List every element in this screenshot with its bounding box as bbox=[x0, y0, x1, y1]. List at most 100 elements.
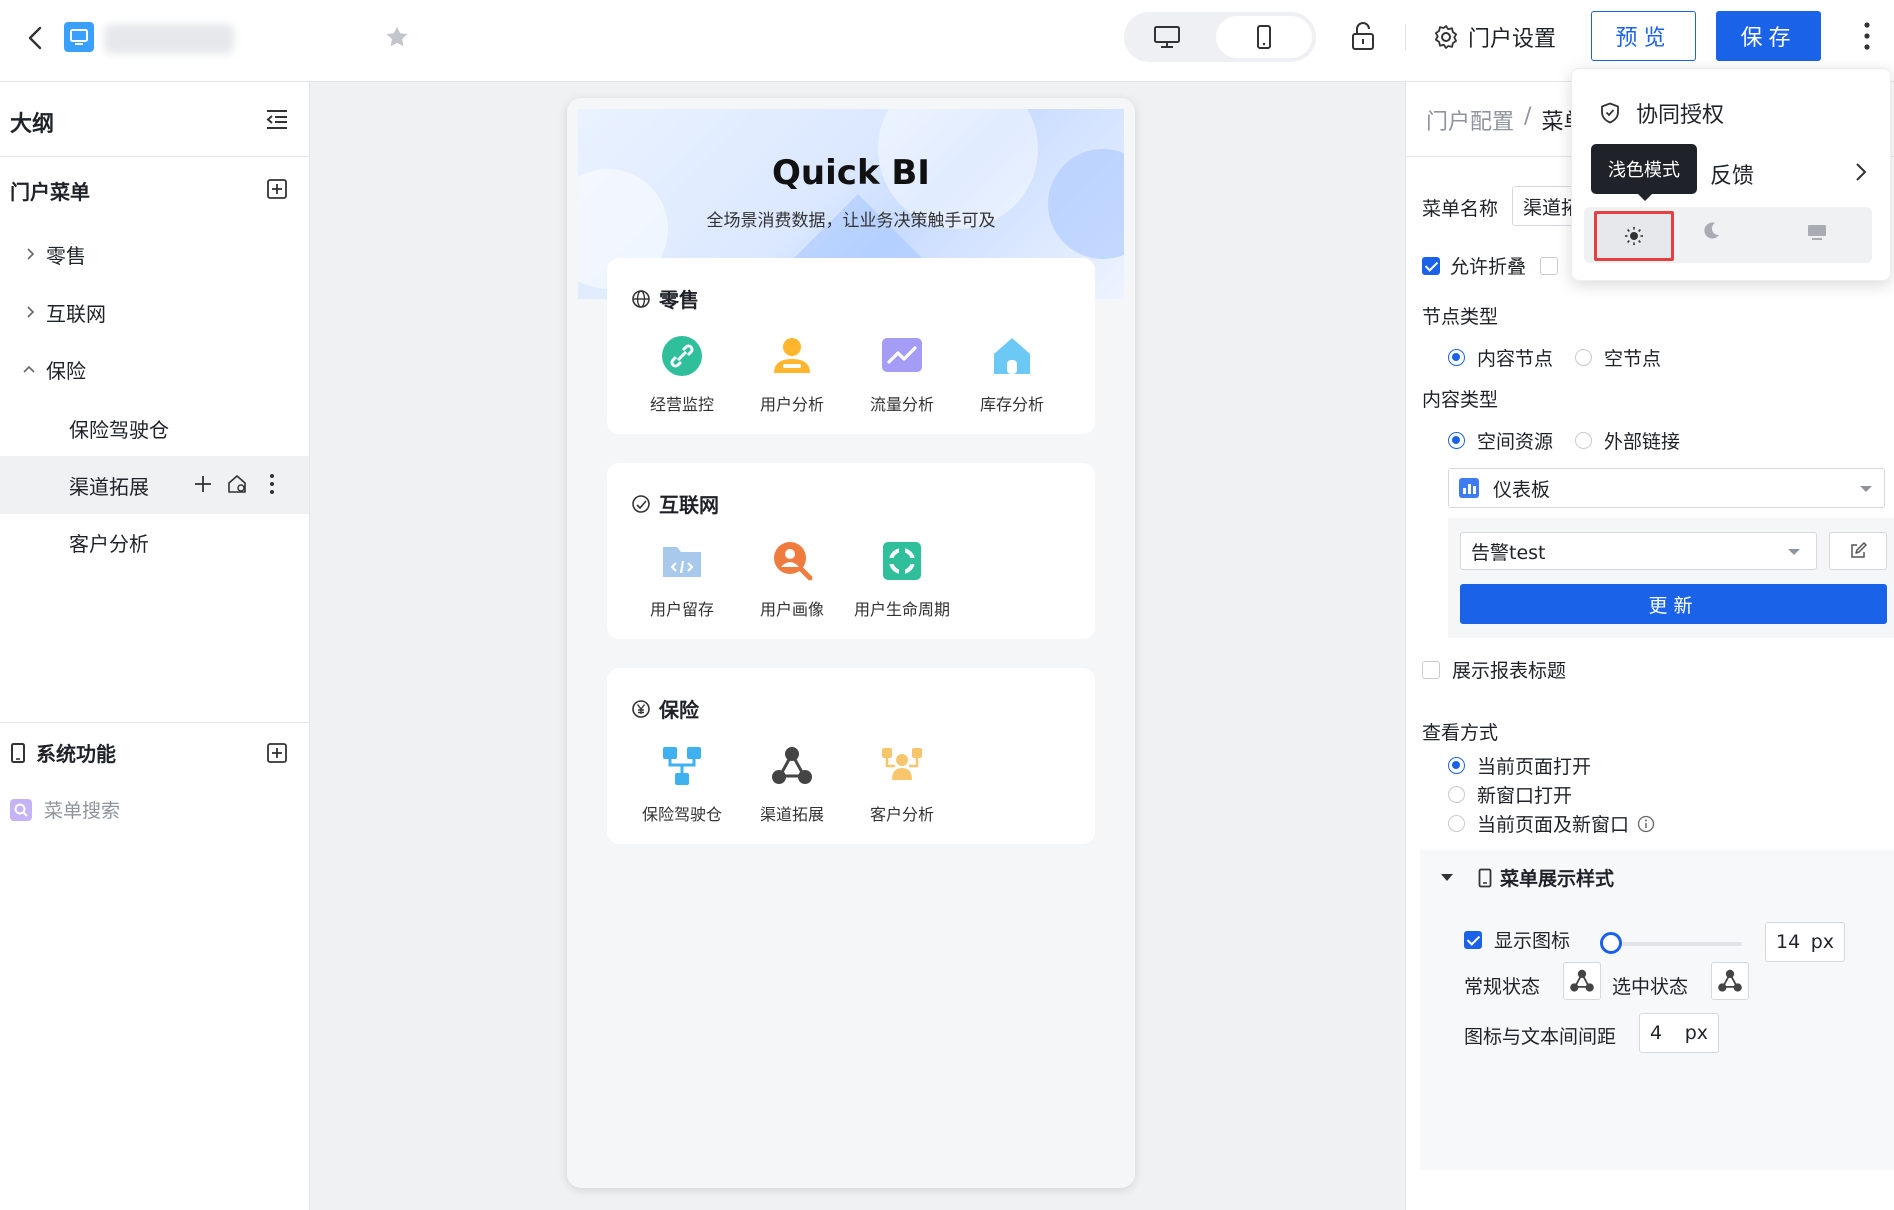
secondary-checkbox[interactable] bbox=[1540, 256, 1559, 275]
user-icon bbox=[769, 333, 815, 379]
card-title: 互联网 bbox=[631, 489, 719, 518]
menu-tile-label: 库存分析 bbox=[979, 395, 1044, 414]
menu-tile[interactable]: 保险驾驶仓 bbox=[627, 743, 737, 825]
yen-circle-icon bbox=[631, 699, 651, 719]
resource-type-value: 仪表板 bbox=[1493, 478, 1551, 501]
shield-check-icon bbox=[1598, 101, 1622, 125]
view-mode-label: 当前页面及新窗口 bbox=[1477, 814, 1630, 836]
tree-item-label: 保险 bbox=[46, 358, 86, 383]
menu-card-insurance: 保险 保险驾驶仓 渠道拓展 客户分析 bbox=[607, 668, 1095, 844]
theme-switcher bbox=[1584, 207, 1872, 263]
menu-tile[interactable]: 库存分析 bbox=[957, 333, 1067, 415]
menu-search-item[interactable]: 菜单搜索 bbox=[10, 796, 120, 823]
breadcrumb-root[interactable]: 门户配置 bbox=[1426, 104, 1514, 136]
add-system-function-icon[interactable] bbox=[266, 742, 288, 764]
trend-chart-icon bbox=[879, 333, 925, 379]
info-icon[interactable] bbox=[1637, 815, 1655, 833]
mobile-view-tab[interactable] bbox=[1216, 16, 1312, 58]
system-mode-icon[interactable] bbox=[1806, 222, 1828, 242]
icon-size-value: 14 bbox=[1776, 931, 1801, 953]
selected-state-label: 选中状态 bbox=[1612, 976, 1689, 998]
normal-state-icon-picker[interactable] bbox=[1563, 962, 1601, 1000]
edit-resource-button[interactable] bbox=[1829, 532, 1887, 570]
content-type-external-radio[interactable] bbox=[1575, 432, 1593, 449]
icon-size-field[interactable]: 14 px bbox=[1765, 922, 1845, 962]
normal-state-label: 常规状态 bbox=[1464, 976, 1541, 998]
collapse-outline-icon[interactable] bbox=[264, 106, 290, 132]
resource-type-select[interactable]: 仪表板 bbox=[1448, 468, 1885, 508]
view-mode-option[interactable]: 新窗口打开 bbox=[1448, 781, 1572, 808]
light-mode-option[interactable] bbox=[1594, 211, 1674, 261]
icon-text-gap-field[interactable]: 4 px bbox=[1639, 1013, 1719, 1053]
icon-size-slider-track[interactable] bbox=[1600, 932, 1742, 954]
chevron-right-icon bbox=[1854, 161, 1868, 183]
divider bbox=[0, 156, 309, 157]
unit-label: px bbox=[1684, 1022, 1708, 1044]
menu-tile[interactable]: 用户画像 bbox=[737, 538, 847, 620]
content-type-space-label: 空间资源 bbox=[1477, 431, 1554, 453]
allow-collapse-option[interactable]: 允许折叠 bbox=[1422, 252, 1559, 279]
content-type-space-radio[interactable] bbox=[1448, 432, 1465, 449]
moon-icon[interactable] bbox=[1700, 220, 1722, 242]
view-mode-radio[interactable] bbox=[1448, 757, 1465, 774]
show-report-title-option[interactable]: 展示报表标题 bbox=[1422, 656, 1566, 683]
portal-settings-button[interactable]: 门户设置 bbox=[1432, 20, 1556, 54]
more-vertical-icon[interactable] bbox=[1857, 16, 1877, 56]
save-button[interactable]: 保存 bbox=[1716, 11, 1821, 61]
device-switcher bbox=[1124, 12, 1316, 62]
tree-item-internet[interactable]: 互联网 bbox=[0, 286, 309, 338]
view-mode-option[interactable]: 当前页面打开 bbox=[1448, 752, 1591, 779]
toolbar-divider bbox=[1405, 24, 1406, 50]
more-vertical-icon[interactable] bbox=[262, 472, 282, 496]
caret-down-icon[interactable] bbox=[1440, 872, 1454, 884]
set-home-icon[interactable] bbox=[226, 473, 248, 495]
menu-tile-label: 渠道拓展 bbox=[759, 805, 824, 824]
add-child-icon[interactable] bbox=[192, 473, 214, 495]
menu-tile-label: 客户分析 bbox=[869, 805, 934, 824]
view-mode-radio[interactable] bbox=[1448, 786, 1465, 803]
collab-auth-item[interactable]: 协同授权 bbox=[1598, 97, 1724, 129]
selected-state-icon-picker[interactable] bbox=[1711, 962, 1749, 1000]
tree-item-channel-expansion-row[interactable]: 渠道拓展 bbox=[0, 456, 309, 514]
lock-icon[interactable] bbox=[1348, 20, 1378, 52]
show-report-title-checkbox[interactable] bbox=[1422, 660, 1440, 679]
show-icon-checkbox[interactable] bbox=[1464, 930, 1482, 949]
menu-tile[interactable]: 客户分析 bbox=[847, 743, 957, 825]
menu-tile[interactable]: 用户生命周期 bbox=[847, 538, 957, 620]
allow-collapse-checkbox[interactable] bbox=[1422, 256, 1440, 275]
mobile-preview: Quick BI 全场景消费数据，让业务决策触手可及 零售 经营监控 用户分析 bbox=[567, 98, 1135, 1188]
resource-name-select[interactable]: 告警test bbox=[1460, 532, 1817, 570]
card-title: 零售 bbox=[631, 284, 699, 313]
view-mode-radio[interactable] bbox=[1448, 815, 1465, 832]
menu-tile[interactable]: 用户分析 bbox=[737, 333, 847, 415]
home-icon bbox=[989, 333, 1035, 379]
tree-item-retail[interactable]: 零售 bbox=[0, 228, 309, 280]
menu-tile[interactable]: 用户留存 bbox=[627, 538, 737, 620]
node-type-empty-radio[interactable] bbox=[1575, 349, 1593, 366]
icon-size-slider-handle[interactable] bbox=[1600, 932, 1622, 954]
menu-tile[interactable]: 经营监控 bbox=[627, 333, 737, 415]
feedback-item-label[interactable]: 反馈 bbox=[1710, 158, 1754, 190]
preview-button[interactable]: 预览 bbox=[1591, 11, 1696, 61]
tree-item-label: 零售 bbox=[46, 243, 86, 268]
update-button[interactable]: 更新 bbox=[1460, 584, 1887, 624]
tree-item-insurance[interactable]: 保险 bbox=[0, 343, 309, 395]
node-type-content-radio[interactable] bbox=[1448, 349, 1465, 366]
card-title-label: 互联网 bbox=[659, 493, 719, 517]
add-menu-icon[interactable] bbox=[266, 178, 288, 200]
show-icon-option[interactable]: 显示图标 bbox=[1464, 926, 1570, 953]
light-mode-tooltip: 浅色模式 bbox=[1591, 144, 1697, 201]
menu-name-label: 菜单名称 bbox=[1422, 198, 1499, 220]
menu-tile[interactable]: 渠道拓展 bbox=[737, 743, 847, 825]
tree-item-insurance-cockpit-row[interactable]: 保险驾驶仓 bbox=[0, 402, 309, 454]
favorite-star-icon[interactable] bbox=[384, 24, 410, 50]
desktop-view-icon[interactable] bbox=[1152, 24, 1182, 50]
globe-icon bbox=[631, 289, 651, 309]
menu-card-internet: 互联网 用户留存 用户画像 用户生命周期 bbox=[607, 463, 1095, 639]
tree-item-label: 保险驾驶仓 bbox=[69, 417, 169, 442]
edit-icon bbox=[1849, 542, 1867, 560]
back-arrow-icon[interactable] bbox=[22, 24, 50, 52]
tree-item-customer-analysis-row[interactable]: 客户分析 bbox=[0, 516, 309, 568]
menu-tile[interactable]: 流量分析 bbox=[847, 333, 957, 415]
view-mode-option[interactable]: 当前页面及新窗口 bbox=[1448, 810, 1655, 837]
